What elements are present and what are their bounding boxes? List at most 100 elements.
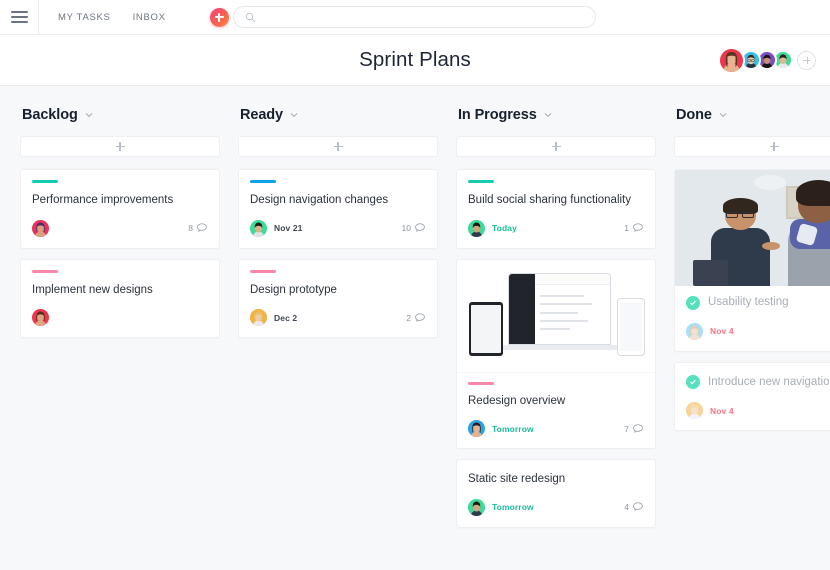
card-assignee-avatar[interactable] (32, 220, 49, 237)
top-navigation-bar: MY TASKS INBOX (0, 0, 830, 35)
card-title: Usability testing (708, 295, 789, 311)
column-done: Done (674, 107, 830, 570)
card-build-social-sharing-functionality[interactable]: Build social sharing functionality Today… (456, 169, 656, 249)
page-title: Sprint Plans (359, 48, 471, 72)
quick-add-button[interactable] (210, 8, 229, 27)
card-title: Implement new designs (32, 283, 208, 299)
card-assignee-avatar[interactable] (686, 323, 703, 340)
card-title: Redesign overview (468, 394, 644, 410)
card-redesign-overview[interactable]: Redesign overview Tomorrow 7 (456, 259, 656, 450)
android-phone-mockup-icon (469, 302, 503, 356)
board-header: Sprint Plans (0, 35, 830, 86)
card-assignee-avatar[interactable] (32, 309, 49, 326)
comment-count-value: 2 (406, 313, 411, 323)
card-due-date: Tomorrow (492, 424, 534, 434)
card-footer: Today 1 (468, 220, 644, 237)
column-title: In Progress (458, 107, 537, 123)
card-title: Performance improvements (32, 193, 208, 209)
add-card-button[interactable] (456, 136, 656, 157)
card-footer: 8 (32, 220, 208, 237)
card-performance-improvements[interactable]: Performance improvements 8 (20, 169, 220, 249)
card-footer: Nov 21 10 (250, 220, 426, 237)
check-circle-icon[interactable] (686, 296, 700, 310)
card-assignee-avatar[interactable] (250, 309, 267, 326)
card-comment-count[interactable]: 8 (188, 222, 208, 234)
add-card-button[interactable] (238, 136, 438, 157)
card-footer (32, 309, 208, 326)
nav-link-inbox[interactable]: INBOX (133, 12, 166, 23)
kanban-board: Backlog Performance improvements (0, 86, 830, 570)
card-title: Introduce new navigation (708, 375, 830, 391)
check-circle-icon[interactable] (686, 375, 700, 389)
chevron-down-icon[interactable] (85, 111, 93, 119)
chevron-down-icon[interactable] (290, 111, 298, 119)
card-footer: Nov 4 (686, 323, 830, 340)
card-tag-pink (32, 270, 58, 273)
card-comment-count[interactable]: 2 (406, 312, 426, 324)
card-completed-row: Usability testing (686, 295, 830, 311)
card-preview-photo (675, 170, 830, 286)
card-due-date: Nov 21 (274, 223, 302, 233)
card-due-date: Tomorrow (492, 502, 534, 512)
member-avatar-group (718, 47, 816, 74)
card-comment-count[interactable]: 10 (402, 222, 426, 234)
laptop-base (497, 345, 624, 351)
card-implement-new-designs[interactable]: Implement new designs (20, 259, 220, 339)
column-title: Done (676, 107, 712, 123)
chevron-down-icon[interactable] (544, 111, 552, 119)
nav-link-my-tasks[interactable]: MY TASKS (58, 12, 111, 23)
card-static-site-redesign[interactable]: Static site redesign Tomorrow 4 (456, 459, 656, 528)
add-card-button[interactable] (674, 136, 830, 157)
card-comment-count[interactable]: 1 (624, 222, 644, 234)
column-header-in-progress: In Progress (456, 107, 656, 123)
column-header-ready: Ready (238, 107, 438, 123)
search-box[interactable] (233, 6, 596, 28)
column-title: Backlog (22, 107, 78, 123)
column-ready: Ready Design navigation changes Nov 21 (238, 107, 438, 570)
card-tag-teal (468, 180, 494, 183)
card-tag-teal (32, 180, 58, 183)
comment-icon (414, 222, 426, 234)
card-introduce-new-navigation[interactable]: Introduce new navigation Nov 4 (674, 362, 830, 432)
comment-count-value: 8 (188, 223, 193, 233)
card-assignee-avatar[interactable] (468, 499, 485, 516)
card-footer: Nov 4 (686, 402, 830, 419)
card-tag-pink (468, 382, 494, 385)
card-comment-count[interactable]: 4 (624, 501, 644, 513)
card-design-prototype[interactable]: Design prototype Dec 2 2 (238, 259, 438, 339)
card-assignee-avatar[interactable] (468, 220, 485, 237)
add-member-button[interactable] (797, 51, 816, 70)
card-assignee-avatar[interactable] (468, 420, 485, 437)
comment-count-value: 7 (624, 424, 629, 434)
card-comment-count[interactable]: 7 (624, 423, 644, 435)
two-people-talking-photo (675, 170, 830, 286)
comment-icon (632, 222, 644, 234)
search-icon (245, 12, 256, 23)
iphone-mockup-icon (617, 298, 645, 356)
card-usability-testing[interactable]: Usability testing Nov 4 (674, 169, 830, 352)
card-due-date: Nov 4 (710, 326, 734, 336)
card-title: Static site redesign (468, 472, 644, 488)
card-tag-pink (250, 270, 276, 273)
laptop-mockup-icon (508, 273, 611, 345)
card-completed-row: Introduce new navigation (686, 375, 830, 391)
card-design-navigation-changes[interactable]: Design navigation changes Nov 21 10 (238, 169, 438, 249)
add-card-button[interactable] (20, 136, 220, 157)
card-title: Design prototype (250, 283, 426, 299)
card-footer: Tomorrow 7 (468, 420, 644, 437)
chevron-down-icon[interactable] (719, 111, 727, 119)
avatar-member-1[interactable] (718, 47, 745, 74)
column-title: Ready (240, 107, 283, 123)
search-input[interactable] (262, 12, 562, 23)
card-assignee-avatar[interactable] (686, 402, 703, 419)
comment-icon (632, 501, 644, 513)
card-assignee-avatar[interactable] (250, 220, 267, 237)
menu-button[interactable] (0, 0, 38, 35)
comment-icon (632, 423, 644, 435)
card-preview-image (457, 260, 655, 373)
comment-count-value: 1 (624, 223, 629, 233)
card-title: Design navigation changes (250, 193, 426, 209)
card-footer: Tomorrow 4 (468, 499, 644, 516)
column-in-progress: In Progress Build social sharing functio… (456, 107, 656, 570)
card-tag-blue (250, 180, 276, 183)
